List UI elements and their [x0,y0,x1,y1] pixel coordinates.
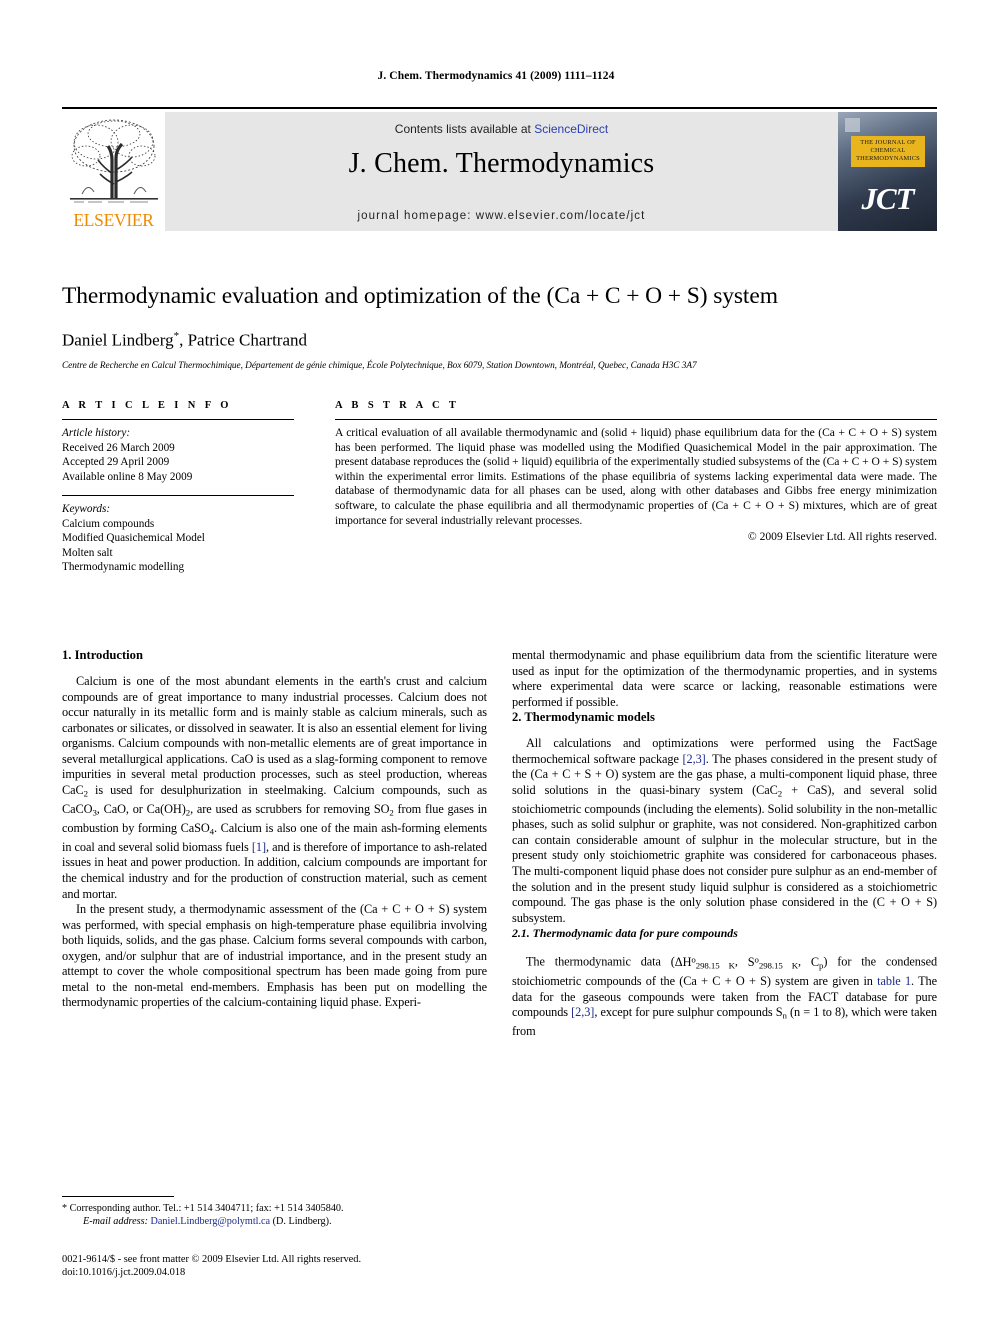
symbol-heat-capacity: Cp [810,954,824,971]
abstract-heading: A B S T R A C T [335,400,460,411]
issn-copyright-line: 0021-9614/$ - see front matter © 2009 El… [62,1254,362,1265]
footnote-marker: * [62,1203,68,1214]
author-email-link[interactable]: Daniel.Lindberg@polymtl.ca [151,1216,271,1227]
body-column-left: 1. Introduction Calcium is one of the mo… [62,648,487,1011]
sciencedirect-link[interactable]: ScienceDirect [534,122,608,136]
intro-text-d: , are used as scrubbers for removing SO [190,801,390,816]
article-info-heading: A R T I C L E I N F O [62,400,232,411]
footer-metadata: 0021-9614/$ - see front matter © 2009 El… [62,1253,562,1280]
keyword-item: Calcium compounds [62,517,155,530]
doi-line: doi:10.1016/j.jct.2009.04.018 [62,1267,186,1279]
abstract-column: A B S T R A C T A critical evaluation of… [335,400,937,545]
cover-publisher-mark [845,118,860,132]
contents-panel: Contents lists available at ScienceDirec… [165,112,838,231]
page-title: Thermodynamic evaluation and optimizatio… [62,283,778,309]
footnote-email-owner: (D. Lindberg). [272,1216,332,1227]
journal-title: J. Chem. Thermodynamics [348,148,655,179]
body-column-right: mental thermodynamic and phase equilibri… [512,648,937,1040]
keywords-label: Keywords: [62,503,111,515]
keyword-item: Thermodynamic modelling [62,561,185,573]
article-history-online: Available online 8 May 2009 [62,470,193,483]
article-page: J. Chem. Thermodynamics 41 (2009) 1111–1… [0,0,992,1323]
symbol-delta-h: ΔHo298.15 K [674,954,735,971]
abstract-copyright: © 2009 Elsevier Ltd. All rights reserved… [747,530,937,544]
journal-cover-thumbnail: THE JOURNAL OF CHEMICAL THERMODYNAMICS J… [838,112,937,231]
footnote-rule [62,1196,174,1197]
cover-abbrev: JCT [861,181,914,216]
section-heading-introduction: 1. Introduction [62,648,143,662]
elsevier-tree-icon [62,112,165,208]
footnote-corresponding-author: * Corresponding author. Tel.: +1 514 340… [62,1202,487,1215]
journal-homepage-link[interactable]: journal homepage: www.elsevier.com/locat… [165,210,838,222]
keyword-item: Molten salt [62,546,113,559]
citation-link-1[interactable]: [1] [252,840,266,854]
running-head: J. Chem. Thermodynamics 41 (2009) 1111–1… [377,70,615,82]
abstract-text: A critical evaluation of all available t… [335,426,937,527]
subsection-heading-pure-compounds: 2.1. Thermodynamic data for pure compoun… [512,926,738,941]
article-history-received: Received 26 March 2009 [62,441,175,454]
abstract-rule [335,419,937,420]
footnote-corresponding-text: Corresponding author. Tel.: +1 514 34047… [69,1203,344,1214]
subscript-temperature: 298.15 K [695,960,735,971]
journal-masthead: ELSEVIER Contents lists available at Sci… [62,107,937,231]
intro-text-c: , CaO, or Ca(OH) [96,801,186,816]
affiliation: Centre de Recherche en Calcul Thermochim… [62,360,697,371]
article-history-accepted: Accepted 29 April 2009 [62,456,170,468]
author-secondary: , Patrice Chartrand [179,330,308,350]
footnote-email-line: E-mail address: Daniel.Lindberg@polymtl.… [62,1215,487,1228]
contents-prefix: Contents lists available at [394,122,535,136]
article-info-column: A R T I C L E I N F O Article history: R… [62,400,294,575]
cover-title: THE JOURNAL OF CHEMICAL THERMODYNAMICS [851,136,925,167]
contents-available-line: Contents lists available at ScienceDirec… [165,122,838,136]
intro-text-a: Calcium is one of the most abundant elem… [62,674,487,797]
keyword-item: Modified Quasichemical Model [62,532,205,544]
footnote-block: * Corresponding author. Tel.: +1 514 340… [62,1196,487,1228]
author-list: Daniel Lindberg*, Patrice Chartrand [62,326,937,351]
intro-paragraph-2: In the present study, a thermodynamic as… [62,902,487,1010]
pure-text-d: , except for pure sulphur compounds S [594,1005,783,1020]
citation-link-2-3[interactable]: [2,3] [683,752,706,766]
table-link-1[interactable]: table 1 [877,974,911,988]
models-paragraph-1: All calculations and optimizations were … [512,736,937,926]
intro-paragraph-2-continued: mental thermodynamic and phase equilibri… [512,648,937,709]
info-abstract-region: A R T I C L E I N F O Article history: R… [62,400,937,600]
citation-link-2-3[interactable]: [2,3] [571,1005,594,1019]
article-history-label: Article history: [62,427,131,439]
section-heading-thermodynamic-models: 2. Thermodynamic models [512,710,655,725]
author-primary: Daniel Lindberg [62,330,174,350]
footnote-email-label: E-mail address: [83,1216,148,1227]
elsevier-wordmark: ELSEVIER [73,210,154,230]
article-info-rule [62,419,294,420]
pure-text-a: The thermodynamic data ( [526,954,675,969]
keywords-block: Keywords: Calcium compounds Modified Qua… [62,495,294,575]
symbol-entropy: So298.15 K [747,954,799,971]
elsevier-logo: ELSEVIER [62,112,165,231]
intro-paragraph-1: Calcium is one of the most abundant elem… [62,674,487,902]
pure-compounds-paragraph: The thermodynamic data (ΔHo298.15 K, So2… [512,954,938,1039]
models-text-c: + CaS), and several solid stoichiometric… [512,782,937,925]
title-block: Thermodynamic evaluation and optimizatio… [62,283,937,372]
subscript-temperature: 298.15 K [758,960,799,971]
